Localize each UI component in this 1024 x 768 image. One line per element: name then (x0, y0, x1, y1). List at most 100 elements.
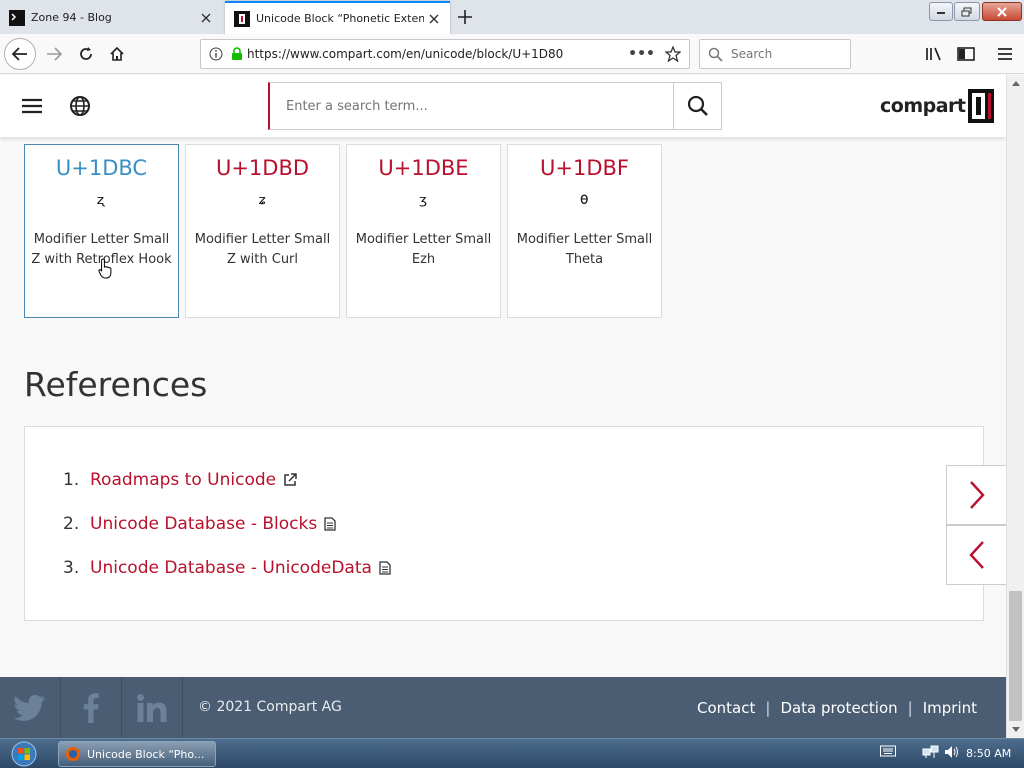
compart-logo-mark-icon (967, 89, 994, 123)
tab-title: Unicode Block “Phonetic Extensions Suppl… (256, 12, 424, 25)
char-name: Modifier Letter Small Theta (516, 232, 653, 267)
page-scrollbar[interactable] (1006, 75, 1024, 738)
footer-link-data-protection[interactable]: Data protection (780, 699, 897, 717)
network-icon[interactable] (922, 745, 940, 759)
list-item: 3. Unicode Database - UnicodeData (63, 558, 393, 578)
char-code: U+1DBD (215, 156, 310, 180)
hamburger-menu-icon[interactable] (20, 95, 44, 117)
compart-logo[interactable]: compart (880, 89, 994, 123)
window-close-icon[interactable] (982, 2, 1022, 21)
char-code: U+1DBC (55, 156, 148, 180)
new-tab-icon[interactable] (452, 5, 478, 29)
tab-close-icon[interactable] (196, 8, 216, 28)
footer-link-contact[interactable]: Contact (697, 699, 755, 717)
minimize-icon[interactable] (929, 2, 953, 21)
facebook-icon[interactable] (61, 677, 122, 738)
char-glyph: ᶼ (96, 192, 107, 217)
list-item: 1. Roadmaps to Unicode (63, 470, 297, 490)
info-icon[interactable] (209, 47, 223, 61)
footer-link-imprint[interactable]: Imprint (923, 699, 977, 717)
page-content: compart U+1DBC ᶼ Modifier Letter Small Z… (0, 75, 1006, 738)
link-separator: | (907, 699, 913, 717)
lock-icon (232, 47, 242, 60)
windows-logo-icon (11, 741, 37, 767)
document-icon[interactable] (324, 517, 338, 531)
url-bar[interactable]: https://www.compart.com/en/unicode/block… (200, 39, 690, 69)
keyboard-icon[interactable] (880, 745, 896, 757)
site-search-form (268, 82, 722, 130)
sidebar-toggle-icon[interactable] (950, 38, 982, 70)
reference-link-unicodedata[interactable]: Unicode Database - UnicodeData (90, 558, 372, 578)
references-list: 1. Roadmaps to Unicode 2. Unicode Databa… (24, 426, 984, 621)
scrollbar-thumb[interactable] (1009, 591, 1022, 721)
char-card-1dbf[interactable]: U+1DBF ᶿ Modifier Letter Small Theta (507, 144, 662, 318)
list-number: 1. (63, 470, 80, 490)
scroll-down-arrow-icon[interactable] (1007, 721, 1024, 738)
linkedin-icon[interactable] (122, 677, 183, 738)
char-card-1dbe[interactable]: U+1DBE ᶾ Modifier Letter Small Ezh (346, 144, 501, 318)
copyright-text: © 2021 Compart AG (198, 699, 342, 715)
list-number: 2. (63, 514, 80, 534)
chevron-left-icon (969, 541, 984, 569)
scroll-up-arrow-icon[interactable] (1007, 75, 1024, 92)
previous-page-button[interactable] (946, 525, 1006, 585)
volume-icon[interactable] (944, 745, 960, 759)
char-card-1dbd[interactable]: U+1DBD ᶽ Modifier Letter Small Z with Cu… (185, 144, 340, 318)
terminal-favicon-icon (9, 9, 25, 26)
globe-language-icon[interactable] (68, 94, 92, 118)
reload-icon[interactable] (70, 38, 102, 70)
char-glyph: ᶽ (258, 192, 267, 217)
navigation-toolbar: https://www.compart.com/en/unicode/block… (0, 34, 1024, 74)
logo-text: compart (880, 95, 966, 117)
char-code: U+1DBE (378, 156, 469, 180)
library-icon[interactable] (918, 38, 950, 70)
restore-icon[interactable] (954, 2, 980, 21)
forward-arrow-icon[interactable] (38, 38, 70, 70)
char-glyph: ᶿ (579, 192, 590, 217)
system-clock: 8:50 AM (966, 747, 1012, 760)
start-button[interactable] (6, 740, 42, 768)
char-name: Modifier Letter Small Z with Curl (194, 232, 331, 267)
next-page-button[interactable] (946, 465, 1006, 525)
list-item: 2. Unicode Database - Blocks (63, 514, 338, 534)
link-separator: | (765, 699, 771, 717)
char-glyph: ᶾ (419, 192, 428, 217)
references-heading: References (24, 365, 208, 404)
home-icon[interactable] (101, 38, 133, 70)
back-arrow-icon[interactable] (4, 38, 36, 70)
site-footer: © 2021 Compart AG Contact | Data protect… (0, 677, 1006, 738)
site-header: compart (0, 75, 1006, 137)
external-link-icon[interactable] (283, 473, 297, 487)
tab-strip: Zone 94 - Blog Unicode Block “Phonetic E… (0, 0, 1024, 34)
site-search-button[interactable] (673, 83, 721, 129)
tab-title: Zone 94 - Blog (31, 11, 112, 24)
char-card-1dbc[interactable]: U+1DBC ᶼ Modifier Letter Small Z with Re… (24, 144, 179, 318)
bookmark-star-icon[interactable] (665, 46, 681, 62)
os-taskbar: Unicode Block “Pho... 8:50 AM (0, 738, 1024, 768)
firefox-icon (66, 747, 80, 761)
taskbar-item-label: Unicode Block “Pho... (87, 747, 205, 761)
tab-unicode-block[interactable]: Unicode Block “Phonetic Extensions Suppl… (225, 1, 450, 34)
reference-link-blocks[interactable]: Unicode Database - Blocks (90, 514, 317, 534)
twitter-icon[interactable] (0, 677, 61, 738)
browser-search-box[interactable] (699, 39, 851, 69)
url-text: https://www.compart.com/en/unicode/block… (247, 47, 564, 61)
chevron-right-icon (970, 481, 985, 509)
taskbar-item-browser[interactable]: Unicode Block “Pho... (58, 741, 216, 767)
magnifier-icon (687, 95, 708, 116)
char-name: Modifier Letter Small Ezh (355, 232, 492, 267)
hand-cursor-icon (98, 258, 112, 279)
document-icon[interactable] (379, 561, 393, 575)
char-code: U+1DBF (540, 156, 629, 180)
list-number: 3. (63, 558, 80, 578)
tab-close-icon[interactable] (424, 9, 444, 29)
compart-favicon-icon (234, 10, 250, 27)
menu-icon[interactable] (989, 38, 1021, 70)
tab-zone94[interactable]: Zone 94 - Blog (0, 1, 222, 34)
reference-link-roadmaps[interactable]: Roadmaps to Unicode (90, 470, 276, 490)
footer-links: Contact | Data protection | Imprint (697, 699, 977, 717)
site-search-input[interactable] (270, 83, 673, 129)
page-actions-icon[interactable]: ••• (628, 46, 655, 62)
browser-search-input[interactable] (731, 47, 841, 61)
search-icon (708, 47, 723, 62)
